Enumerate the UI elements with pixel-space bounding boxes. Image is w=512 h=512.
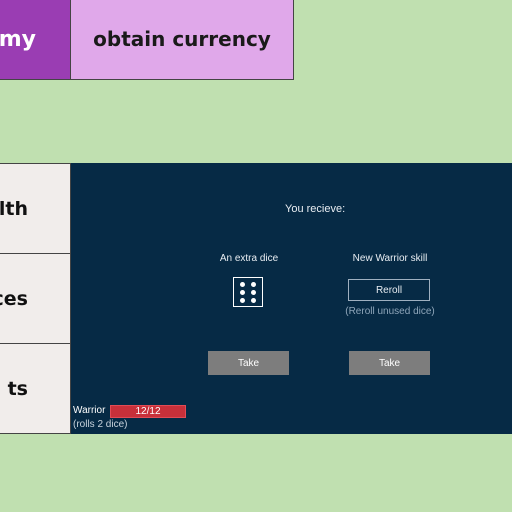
hero-name: Warrior — [73, 405, 106, 416]
side-tab-label: ces — [0, 287, 28, 310]
hero-hp-bar: 12/12 — [110, 405, 186, 418]
option-skill-title: New Warrior skill — [352, 253, 428, 264]
take-dice-button[interactable]: Take — [208, 351, 289, 375]
side-tab-label: lth — [0, 197, 28, 220]
side-tab-dices[interactable]: ces — [0, 253, 71, 344]
tab-currency-label: obtain currency — [93, 27, 271, 51]
skill-description: (Reroll unused dice) — [345, 306, 435, 317]
side-tab-label: ts — [7, 377, 28, 400]
option-dice-title: An extra dice — [219, 253, 279, 264]
side-tab-stats[interactable]: ts — [0, 343, 71, 434]
skill-name: Reroll — [375, 284, 403, 296]
tab-enemy-label: emy — [0, 26, 36, 52]
hero-hp-text: 12/12 — [135, 406, 161, 417]
tab-enemy[interactable]: emy — [0, 0, 71, 80]
die-six-icon — [233, 277, 263, 307]
skill-reroll-box: Reroll — [348, 279, 430, 301]
take-skill-button[interactable]: Take — [349, 351, 430, 375]
hero-subtitle: (rolls 2 dice) — [73, 419, 128, 430]
reward-panel: You recieve: An extra dice New Warrior s… — [71, 163, 512, 434]
side-tab-health[interactable]: lth — [0, 163, 71, 254]
tab-obtain-currency[interactable]: obtain currency — [70, 0, 294, 80]
